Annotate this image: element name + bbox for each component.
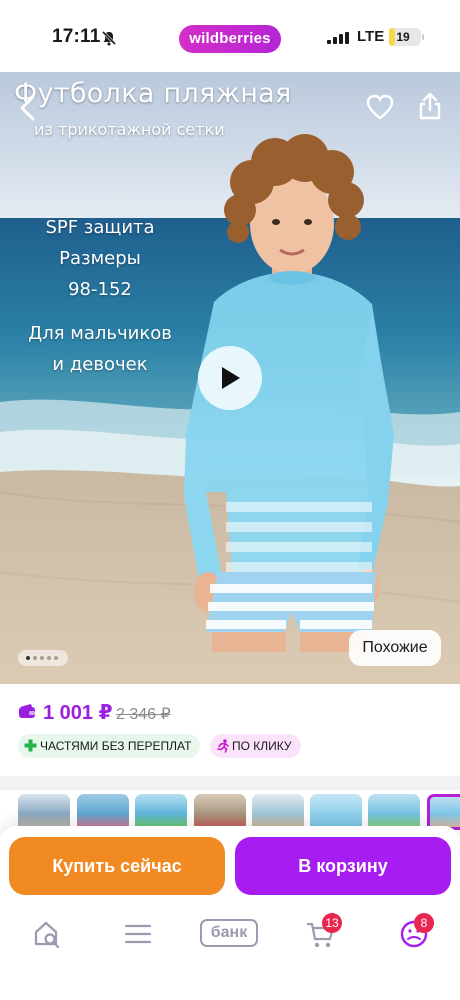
wallet-icon [19,704,35,718]
audience-line: и девочек [52,354,148,375]
thumbnail[interactable] [135,794,187,830]
thumbnail[interactable] [310,794,362,830]
play-icon [222,367,240,389]
bottom-nav: банк 13 8 [0,910,460,1000]
pager-dot [40,656,44,660]
pager-dot [54,656,58,660]
similar-button[interactable]: Похожие [349,630,441,666]
one-click-label: ПО КЛИКУ [232,739,292,753]
hero-title: Футболка пляжная [14,78,292,109]
heart-icon[interactable] [366,94,394,120]
signal-icon [327,32,349,44]
thumbnail[interactable] [252,794,304,830]
thumbnail[interactable] [18,794,70,830]
hero-features: SPF защита Размеры 98-152 Для мальчиков … [10,212,190,380]
feature-line: SPF защита [45,217,155,238]
thumbnail-selected[interactable] [427,794,460,830]
thumbnail[interactable] [77,794,129,830]
share-icon[interactable] [418,91,442,121]
battery-label: 19 [396,30,410,44]
product-photo[interactable]: Футболка пляжная из трикотажной сетки SP… [0,72,460,684]
bell-muted-icon [101,30,117,46]
installments-badge[interactable]: ЧАСТЯМИ БЕЗ ПЕРЕПЛАТ [18,734,201,758]
battery-tip [422,34,424,40]
audience-line: Для мальчиков [28,323,172,344]
thumbnail[interactable] [368,794,420,830]
pager-dot [26,656,30,660]
bank-button[interactable]: банк [200,919,258,947]
battery-indicator: 19 [389,28,421,46]
pager-dots [18,650,68,666]
running-person-icon [217,739,229,753]
buy-now-button[interactable]: Купить сейчас [9,837,225,895]
section-divider [0,776,460,790]
add-to-cart-button[interactable]: В корзину [235,837,451,895]
back-arrow-icon[interactable] [16,94,40,122]
pager-dot [47,656,51,660]
plus-icon [24,739,37,752]
one-click-badge[interactable]: ПО КЛИКУ [210,734,301,758]
pager-dot [33,656,37,660]
feature-gap [10,305,190,318]
feature-line: 98-152 [68,279,132,300]
play-video-button[interactable] [198,346,262,410]
thumbnail-strip[interactable] [0,790,460,830]
feature-line: Размеры [59,248,141,269]
network-label: LTE [357,28,385,45]
status-bar: 17:11 wildberries LTE 19 [0,0,460,72]
menu-icon[interactable] [125,923,151,945]
thumbnail[interactable] [194,794,246,830]
hero-subtitle: из трикотажной сетки [34,120,225,139]
search-home-icon[interactable] [33,920,61,948]
price-block: 1 001 ₽ 2 346 ₽ ЧАСТЯМИ БЕЗ ПЕРЕПЛАТ ПО … [0,684,460,776]
action-bar: Купить сейчас В корзину [0,826,460,910]
profile-notification-badge: 8 [414,913,434,933]
price-old: 2 346 ₽ [116,706,171,723]
price-current: 1 001 ₽ [43,702,113,724]
installments-label: ЧАСТЯМИ БЕЗ ПЕРЕПЛАТ [40,739,192,753]
status-time: 17:11 [52,26,101,47]
brand-logo: wildberries [179,25,281,53]
cart-count-badge: 13 [322,913,342,933]
